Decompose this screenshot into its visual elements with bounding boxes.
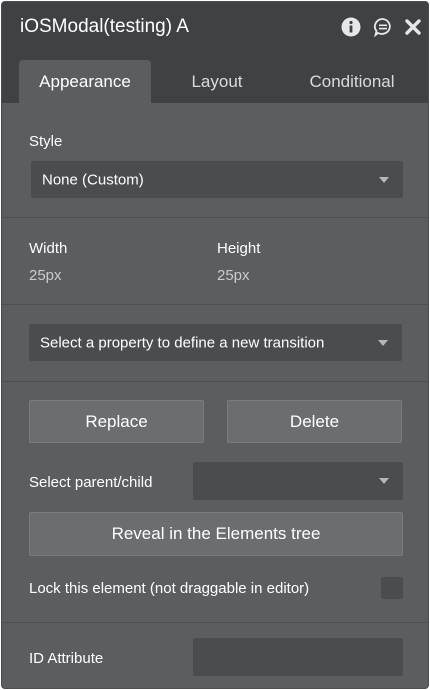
transition-dropdown[interactable]: Select a property to define a new transi…: [29, 324, 402, 361]
tab-conditional[interactable]: Conditional: [282, 60, 422, 103]
width-label: Width: [29, 240, 68, 257]
transition-dropdown-placeholder: Select a property to define a new transi…: [40, 334, 325, 351]
height-value: 25px: [217, 267, 250, 284]
height-label: Height: [217, 240, 261, 257]
id-attribute-input[interactable]: [193, 638, 403, 676]
style-label: Style: [29, 133, 63, 150]
delete-button-label: Delete: [289, 411, 340, 431]
element-inspector-panel: iOSModal(testing) A Appearance Layout Co…: [1, 1, 429, 689]
chevron-down-icon: [379, 176, 389, 183]
delete-button[interactable]: Delete: [227, 400, 402, 443]
tab-appearance[interactable]: Appearance: [19, 60, 151, 103]
style-dropdown-value: None (Custom): [42, 171, 144, 188]
replace-button[interactable]: Replace: [29, 400, 204, 443]
lock-element-checkbox[interactable]: [381, 577, 403, 599]
style-dropdown[interactable]: None (Custom): [31, 161, 403, 198]
tab-bar: Appearance Layout Conditional: [2, 54, 428, 103]
lock-element-label: Lock this element (not draggable in edit…: [29, 580, 310, 597]
id-attribute-label: ID Attribute: [29, 650, 104, 667]
window-title: iOSModal(testing) A: [20, 16, 189, 37]
info-icon[interactable]: [341, 17, 361, 37]
comment-icon[interactable]: [373, 17, 393, 37]
divider: [2, 304, 428, 305]
divider: [2, 622, 428, 623]
parent-child-label: Select parent/child: [29, 474, 153, 491]
chevron-down-icon: [378, 339, 388, 346]
tab-layout[interactable]: Layout: [152, 60, 282, 103]
close-icon[interactable]: [405, 19, 421, 35]
parent-child-dropdown[interactable]: [193, 462, 403, 500]
reveal-in-elements-tree-button[interactable]: Reveal in the Elements tree: [29, 512, 403, 556]
chevron-down-icon: [379, 478, 389, 484]
divider: [2, 381, 428, 382]
width-value: 25px: [29, 267, 62, 284]
title-bar: iOSModal(testing) A: [2, 2, 428, 54]
replace-button-label: Replace: [85, 411, 148, 431]
divider: [2, 217, 428, 218]
reveal-button-label: Reveal in the Elements tree: [111, 524, 321, 543]
